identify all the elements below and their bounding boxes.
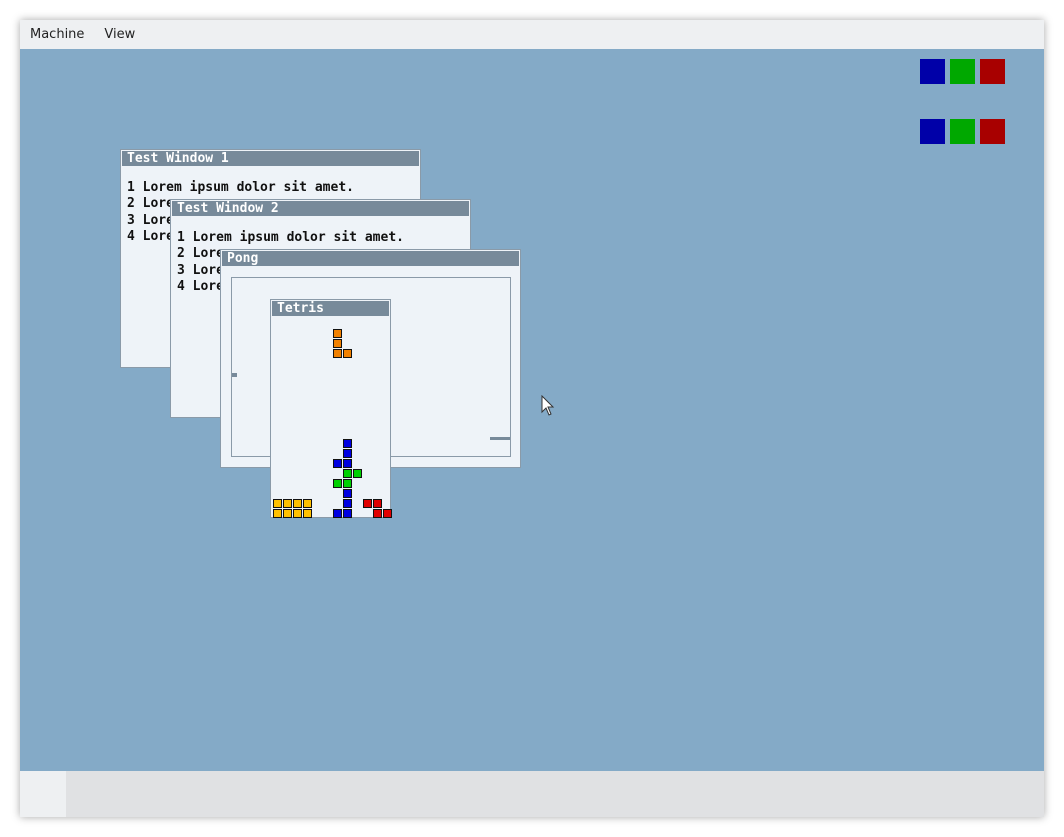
window-title[interactable]: Tetris	[272, 301, 389, 316]
tetris-block-yellow	[283, 509, 292, 518]
swatch-red-bottom	[980, 119, 1005, 144]
tetris-block-red	[363, 499, 372, 508]
swatch-red-top	[980, 59, 1005, 84]
statusbar	[20, 771, 1044, 817]
tetris-block-blue	[343, 489, 352, 498]
window-title[interactable]: Test Window 1	[122, 151, 419, 166]
tetris-block-red	[383, 509, 392, 518]
tetris-block-blue	[343, 509, 352, 518]
tetris-block-red	[373, 499, 382, 508]
window-title[interactable]: Pong	[222, 251, 519, 266]
tetris-block-yellow	[303, 509, 312, 518]
tetris-block-green	[353, 469, 362, 478]
tetris-block-orange	[333, 329, 342, 338]
text-line: 1 Lorem ipsum dolor sit amet.	[177, 230, 404, 245]
tetris-block-yellow	[273, 509, 282, 518]
menu-machine[interactable]: Machine	[20, 20, 94, 49]
tetris-block-yellow	[293, 499, 302, 508]
tetris-block-blue	[343, 459, 352, 468]
tetris-block-blue	[343, 439, 352, 448]
status-cell	[20, 771, 66, 817]
tetris-block-orange	[333, 349, 342, 358]
tetris-block-red	[373, 509, 382, 518]
tetris-block-blue	[343, 499, 352, 508]
text-line: 1 Lorem ipsum dolor sit amet.	[127, 180, 354, 195]
tetris-block-orange	[333, 339, 342, 348]
left-paddle	[232, 373, 237, 377]
tetris-block-yellow	[283, 499, 292, 508]
tetris-block-blue	[333, 509, 342, 518]
menu-view[interactable]: View	[94, 20, 145, 49]
tetris-block-yellow	[273, 499, 282, 508]
swatch-green-top	[950, 59, 975, 84]
tetris-block-green	[333, 479, 342, 488]
arrow-cursor-icon	[541, 395, 555, 416]
swatch-blue-bottom	[920, 119, 945, 144]
tetris-block-green	[343, 469, 352, 478]
emulator-window: Machine View Test Window 1 1 Lorem ipsum…	[20, 20, 1044, 817]
guest-desktop[interactable]: Test Window 1 1 Lorem ipsum dolor sit am…	[20, 49, 1044, 771]
tetris-block-yellow	[293, 509, 302, 518]
tetris-window[interactable]: Tetris	[270, 299, 392, 518]
window-title[interactable]: Test Window 2	[172, 201, 469, 216]
swatch-blue-top	[920, 59, 945, 84]
tetris-block-blue	[333, 459, 342, 468]
menubar: Machine View	[20, 20, 1044, 49]
tetris-block-yellow	[303, 499, 312, 508]
swatch-green-bottom	[950, 119, 975, 144]
tetris-field[interactable]	[272, 317, 392, 518]
tetris-block-blue	[343, 449, 352, 458]
tetris-block-orange	[343, 349, 352, 358]
tetris-block-green	[343, 479, 352, 488]
right-paddle	[490, 437, 510, 440]
